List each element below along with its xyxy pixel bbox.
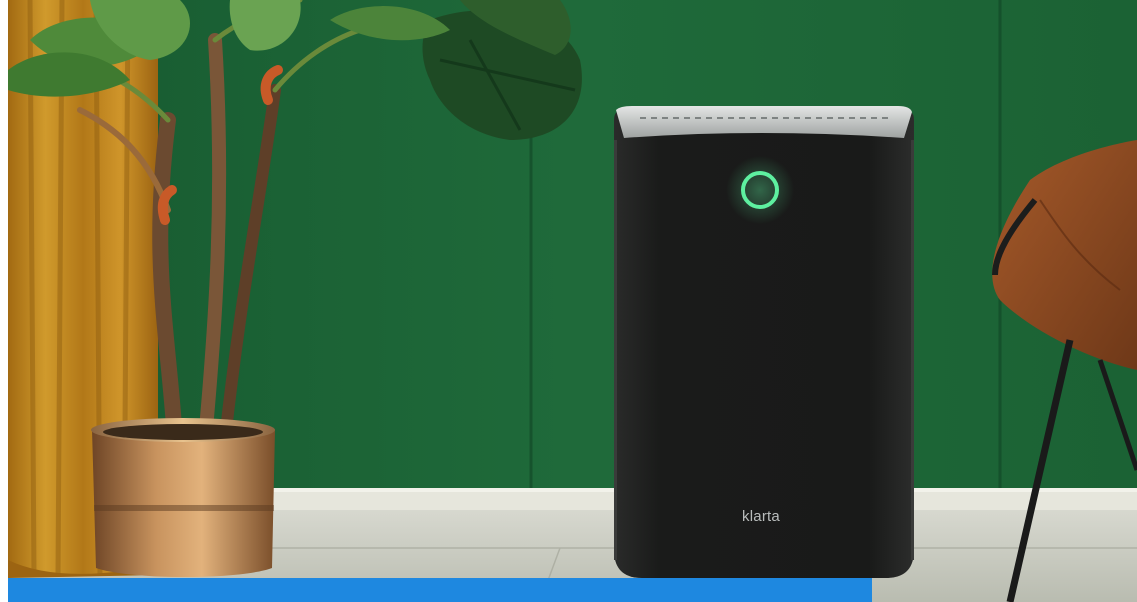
- scene-illustration: [0, 0, 1137, 602]
- product-photo: klarta: [0, 0, 1137, 602]
- plant-pot: [91, 418, 275, 577]
- ring-glow: [726, 156, 794, 224]
- brand-label: klarta: [742, 508, 780, 525]
- caption-bar: [8, 578, 872, 602]
